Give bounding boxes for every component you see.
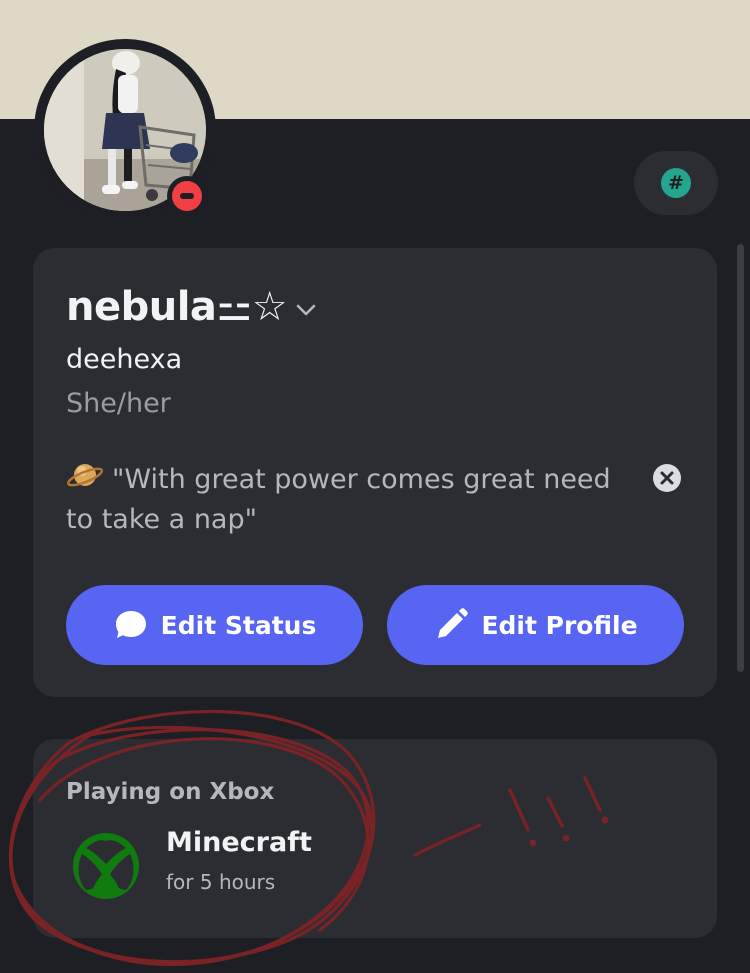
pencil-icon	[433, 607, 469, 643]
display-name-row[interactable]: nebula⚍☆	[66, 284, 317, 330]
display-name: nebula⚍☆	[66, 284, 288, 330]
speech-bubble-icon	[113, 608, 149, 642]
profile-info-card: nebula⚍☆ deehexa She/her "With great pow…	[33, 248, 717, 697]
activity-heading: Playing on Xbox	[66, 779, 275, 805]
scrollbar[interactable]	[737, 244, 744, 672]
game-name: Minecraft	[166, 827, 312, 858]
activity-card: Playing on Xbox Minecraft for 5 hours	[33, 739, 717, 938]
ringed-planet-icon	[66, 464, 104, 487]
pronouns: She/her	[66, 388, 171, 419]
do-not-disturb-icon	[167, 176, 207, 216]
profile-badge-pill[interactable]: #	[634, 151, 718, 215]
hashtag-badge-icon: #	[661, 168, 691, 198]
xbox-logo-icon	[73, 833, 139, 899]
edit-status-button[interactable]: Edit Status	[66, 585, 363, 665]
edit-profile-label: Edit Profile	[481, 610, 638, 640]
chevron-down-icon[interactable]	[295, 303, 317, 317]
status-text: "With great power comes great need to ta…	[66, 464, 611, 535]
edit-status-label: Edit Status	[160, 610, 317, 640]
profile-popout: # nebula⚍☆ deehexa She/her "With great p…	[0, 0, 750, 973]
edit-profile-button[interactable]: Edit Profile	[387, 585, 684, 665]
username: deehexa	[66, 344, 183, 375]
custom-status: "With great power comes great need to ta…	[66, 456, 626, 540]
clear-status-icon[interactable]	[653, 464, 681, 492]
game-duration: for 5 hours	[166, 870, 276, 894]
